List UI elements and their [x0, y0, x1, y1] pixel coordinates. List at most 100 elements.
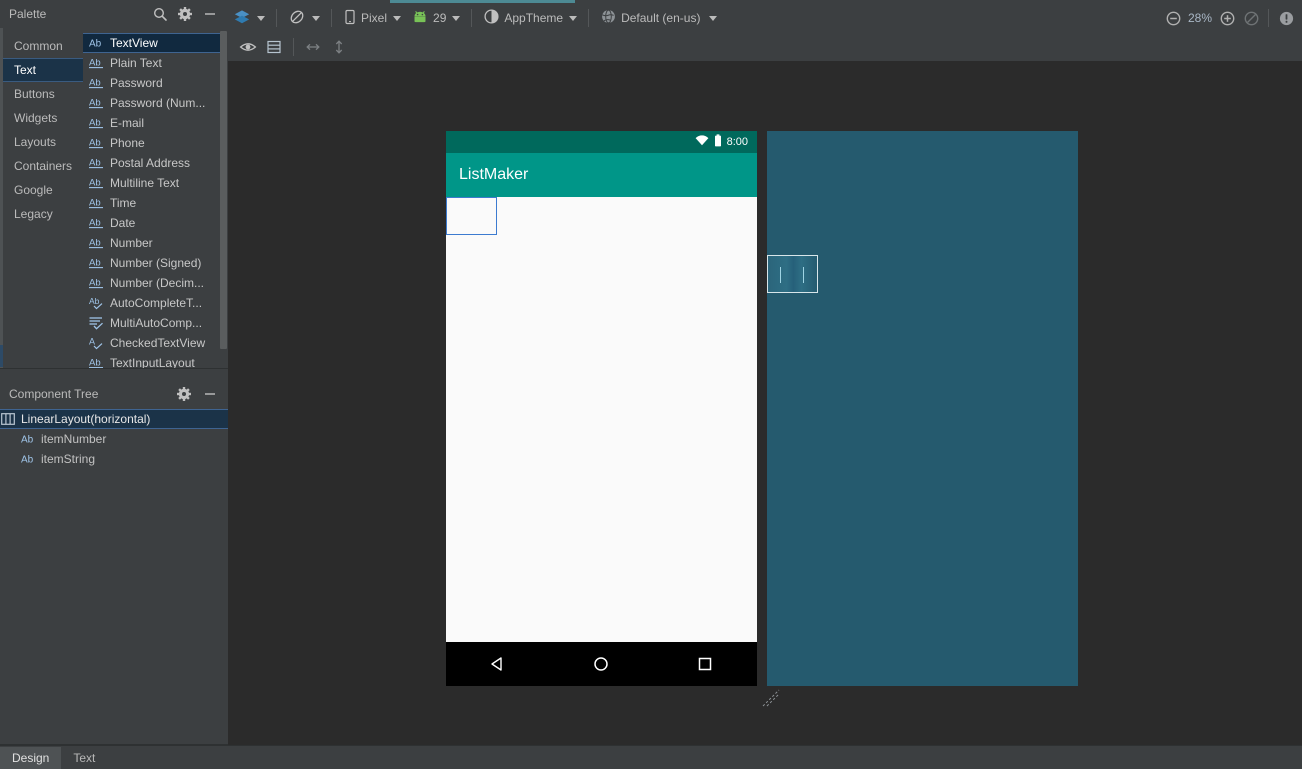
design-secondary-toolbar — [228, 33, 1302, 61]
component-tree-node-label: itemNumber — [41, 432, 107, 446]
zoom-in-icon[interactable] — [1219, 10, 1235, 26]
palette-scrollbar[interactable] — [220, 31, 227, 361]
palette-item[interactable]: Ab TextView — [83, 33, 221, 53]
selected-widget-outline[interactable] — [446, 197, 497, 235]
device-app-bar: ListMaker — [446, 153, 757, 197]
palette-scrollbar-thumb[interactable] — [220, 31, 227, 349]
arrows-vertical-icon[interactable] — [326, 35, 352, 59]
zoom-fit-icon[interactable] — [1243, 10, 1259, 26]
left-tool-column: Palette Common Text Buttons Widgets Layo… — [0, 0, 228, 745]
issues-icon[interactable] — [1278, 10, 1294, 26]
palette-category-list[interactable]: Common Text Buttons Widgets Layouts Container… — [3, 28, 83, 368]
nav-home-icon[interactable] — [588, 651, 614, 677]
svg-text:Ab: Ab — [89, 78, 101, 89]
gear-icon[interactable] — [176, 386, 192, 402]
palette-item[interactable]: Ab Password (Num... — [83, 93, 221, 113]
svg-text:Ab: Ab — [89, 278, 101, 289]
table-rows-icon[interactable] — [261, 35, 287, 59]
palette-item[interactable]: Ab Number — [83, 233, 221, 253]
gear-icon[interactable] — [177, 6, 193, 22]
palette-item-list-wrapper: Ab TextView Ab Plain Text Ab Password Ab Passwo… — [83, 28, 228, 368]
ab-underline-icon: Ab — [89, 96, 104, 110]
component-tree-node[interactable]: Ab itemNumber — [0, 429, 228, 449]
svg-text:Ab: Ab — [21, 435, 34, 446]
orientation-icon — [288, 8, 306, 29]
component-tree-node[interactable]: LinearLayout(horizontal) — [0, 409, 228, 429]
component-tree-node-label: itemString — [41, 452, 96, 466]
palette-item[interactable]: MultiAutoComp... — [83, 313, 221, 333]
design-canvas[interactable]: 8:00 ListMaker — [228, 61, 1302, 745]
arrows-horizontal-icon[interactable] — [300, 35, 326, 59]
app-bar-title: ListMaker — [459, 166, 529, 183]
device-preview[interactable]: 8:00 ListMaker — [446, 131, 757, 686]
orientation-button[interactable] — [283, 6, 325, 30]
minimize-icon[interactable] — [202, 6, 218, 22]
palette-item-label: Password — [110, 76, 163, 90]
palette-item[interactable]: Ab Multiline Text — [83, 173, 221, 193]
ab-underline-icon: Ab — [89, 116, 104, 130]
ab-icon: Ab — [20, 452, 36, 466]
lines-check-icon — [89, 316, 104, 330]
device-content-area[interactable] — [446, 197, 757, 642]
palette-item[interactable]: A CheckedTextView — [83, 333, 221, 353]
component-tree-title: Component Tree — [9, 387, 99, 401]
search-icon[interactable] — [152, 6, 168, 22]
minimize-icon[interactable] — [202, 386, 218, 402]
palette-item[interactable]: Ab AutoCompleteT... — [83, 293, 221, 313]
palette-category-label: Layouts — [14, 135, 57, 149]
palette-category-buttons[interactable]: Buttons — [3, 82, 83, 106]
palette-category-layouts[interactable]: Layouts — [3, 130, 83, 154]
eye-icon[interactable] — [235, 35, 261, 59]
canvas-resize-handle[interactable] — [762, 689, 780, 707]
palette-item[interactable]: Ab Time — [83, 193, 221, 213]
nav-recents-icon[interactable] — [692, 651, 718, 677]
palette-item-label: Number (Signed) — [110, 256, 202, 270]
theme-label: AppTheme — [504, 11, 564, 25]
palette-category-text[interactable]: Text — [3, 58, 83, 82]
nav-back-icon[interactable] — [485, 651, 511, 677]
palette-item[interactable]: Ab E-mail — [83, 113, 221, 133]
svg-text:Ab: Ab — [89, 39, 102, 50]
svg-text:Ab: Ab — [89, 238, 101, 249]
palette-item-list[interactable]: Ab TextView Ab Plain Text Ab Password Ab Passwo… — [83, 28, 221, 368]
palette-item[interactable]: Ab TextInputLayout — [83, 353, 221, 368]
blueprint-selected-widget[interactable] — [767, 255, 818, 293]
component-tree-node[interactable]: Ab itemString — [0, 449, 228, 469]
palette-category-label: Legacy — [14, 207, 53, 221]
a-check-icon: A — [89, 336, 104, 350]
zoom-out-icon[interactable] — [1165, 10, 1181, 26]
palette-tree-splitter[interactable] — [0, 368, 228, 375]
palette-item[interactable]: Ab Number (Decim... — [83, 273, 221, 293]
palette-body: Common Text Buttons Widgets Layouts Container… — [3, 28, 228, 368]
ab-underline-icon: Ab — [89, 76, 104, 90]
palette-item[interactable]: Ab Number (Signed) — [83, 253, 221, 273]
palette-category-google[interactable]: Google — [3, 178, 83, 202]
api-selector[interactable]: 29 — [406, 6, 465, 30]
design-mode-button[interactable] — [228, 6, 270, 30]
device-label: Pixel — [361, 11, 388, 25]
component-tree-body[interactable]: LinearLayout(horizontal) Ab itemNumber Ab it… — [0, 409, 228, 739]
layers-icon — [233, 8, 251, 29]
editor-tab-design[interactable]: Design — [0, 747, 62, 769]
palette-item[interactable]: Ab Password — [83, 73, 221, 93]
ab-underline-icon: Ab — [89, 176, 104, 190]
phone-icon — [343, 9, 357, 28]
palette-category-containers[interactable]: Containers — [3, 154, 83, 178]
chevron-down-icon — [569, 15, 578, 21]
blueprint-preview[interactable] — [767, 131, 1078, 686]
palette-category-legacy[interactable]: Legacy — [3, 202, 83, 226]
palette-item[interactable]: Ab Phone — [83, 133, 221, 153]
device-selector[interactable]: Pixel — [338, 6, 406, 30]
palette-item[interactable]: Ab Plain Text — [83, 53, 221, 73]
palette-item[interactable]: Ab Postal Address — [83, 153, 221, 173]
palette-category-common[interactable]: Common — [3, 34, 83, 58]
ab-underline-icon: Ab — [89, 276, 104, 290]
palette-item-label: Password (Num... — [110, 96, 206, 110]
ab-underline-icon: Ab — [89, 216, 104, 230]
palette-category-widgets[interactable]: Widgets — [3, 106, 83, 130]
locale-selector[interactable]: Default (en-us) — [595, 6, 722, 30]
theme-selector[interactable]: AppTheme — [478, 6, 582, 30]
ab-underline-icon: Ab — [89, 236, 104, 250]
palette-item[interactable]: Ab Date — [83, 213, 221, 233]
editor-tab-text[interactable]: Text — [61, 747, 107, 769]
